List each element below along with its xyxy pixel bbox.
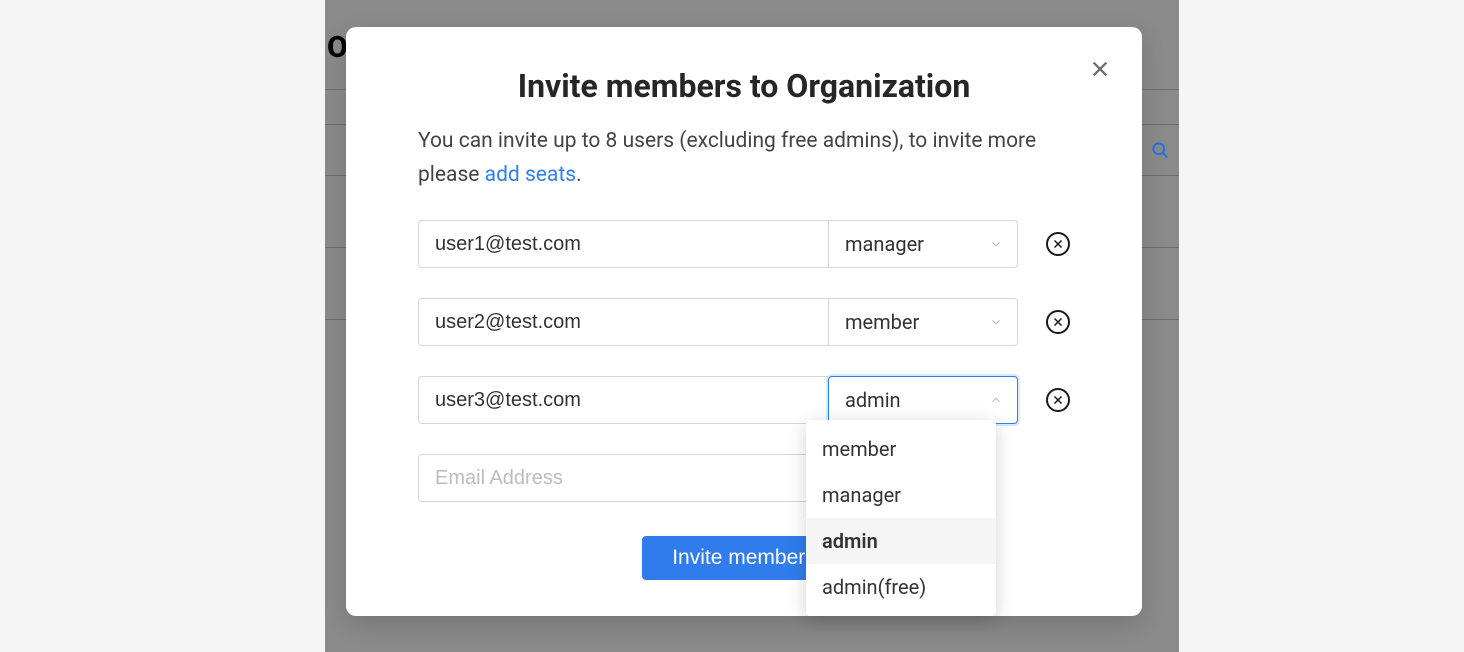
chevron-up-icon [989, 393, 1003, 407]
email-field[interactable] [418, 220, 828, 268]
remove-row-button[interactable] [1046, 232, 1070, 256]
invite-row: manager [418, 220, 1070, 268]
role-dropdown: member manager admin admin(free) [806, 420, 996, 616]
role-option-admin-free[interactable]: admin(free) [806, 564, 996, 610]
role-option-member[interactable]: member [806, 426, 996, 472]
role-select-value: member [845, 310, 919, 334]
role-select-value: manager [845, 232, 924, 256]
add-seats-link[interactable]: add seats [485, 163, 576, 187]
role-option-admin[interactable]: admin [806, 518, 996, 564]
desc-text-suffix: . [576, 163, 582, 187]
search-icon[interactable] [1150, 140, 1170, 160]
email-field[interactable] [418, 298, 828, 346]
role-select[interactable]: manager [828, 220, 1018, 268]
chevron-down-icon [989, 315, 1003, 329]
email-field[interactable] [418, 376, 828, 424]
role-select[interactable]: member [828, 298, 1018, 346]
role-select-value: admin [845, 388, 901, 412]
invite-members-modal: Invite members to Organization You can i… [346, 27, 1142, 616]
chevron-down-icon [989, 237, 1003, 251]
modal-title: Invite members to Organization [418, 67, 1070, 105]
remove-row-button[interactable] [1046, 388, 1070, 412]
modal-description: You can invite up to 8 users (excluding … [418, 125, 1070, 192]
invite-row: member [418, 298, 1070, 346]
invite-row: admin [418, 376, 1070, 424]
role-select[interactable]: admin [828, 376, 1018, 424]
close-icon[interactable] [1086, 55, 1114, 83]
page-title: O [327, 30, 348, 65]
role-option-manager[interactable]: manager [806, 472, 996, 518]
remove-row-button[interactable] [1046, 310, 1070, 334]
